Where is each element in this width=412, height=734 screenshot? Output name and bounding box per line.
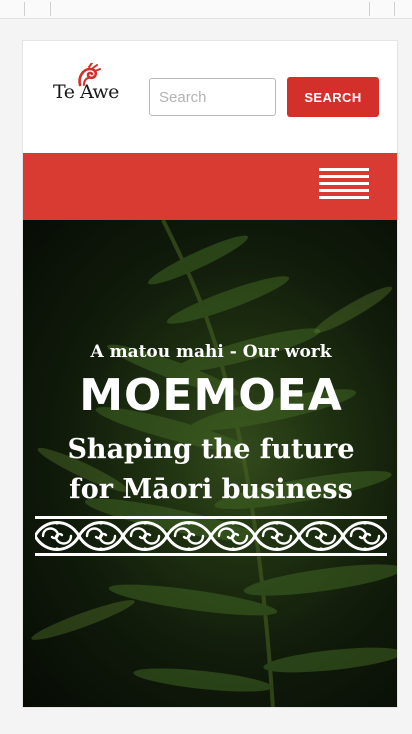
menu-bar-line: [319, 168, 369, 171]
hamburger-menu-icon[interactable]: [319, 168, 369, 202]
toolbar-divider: [369, 2, 370, 16]
toolbar-divider: [394, 2, 395, 16]
hero-title: MOEMOEA: [79, 370, 343, 421]
site-header: Te Awe SEARCH: [23, 41, 397, 153]
main-nav-bar: [23, 153, 397, 220]
page-frame: Te Awe SEARCH: [22, 40, 398, 708]
logo-wordmark: Te Awe: [53, 81, 119, 103]
koru-pattern-divider-icon: [35, 516, 387, 556]
hero-eyebrow: A matou mahi - Our work: [90, 342, 332, 362]
menu-bar-line: [319, 182, 369, 185]
browser-toolbar: [0, 0, 412, 19]
search-button[interactable]: SEARCH: [287, 77, 379, 117]
menu-bar-line: [319, 175, 369, 178]
menu-bar-line: [319, 189, 369, 192]
toolbar-divider: [24, 2, 25, 16]
hero-subtitle: Shaping the future for Māori business: [67, 434, 355, 505]
site-logo[interactable]: Te Awe: [53, 63, 133, 103]
toolbar-divider: [50, 2, 51, 16]
hero-banner: A matou mahi - Our work MOEMOEA Shaping …: [23, 220, 397, 707]
menu-bar-line: [319, 196, 369, 199]
search-input[interactable]: [149, 78, 276, 116]
